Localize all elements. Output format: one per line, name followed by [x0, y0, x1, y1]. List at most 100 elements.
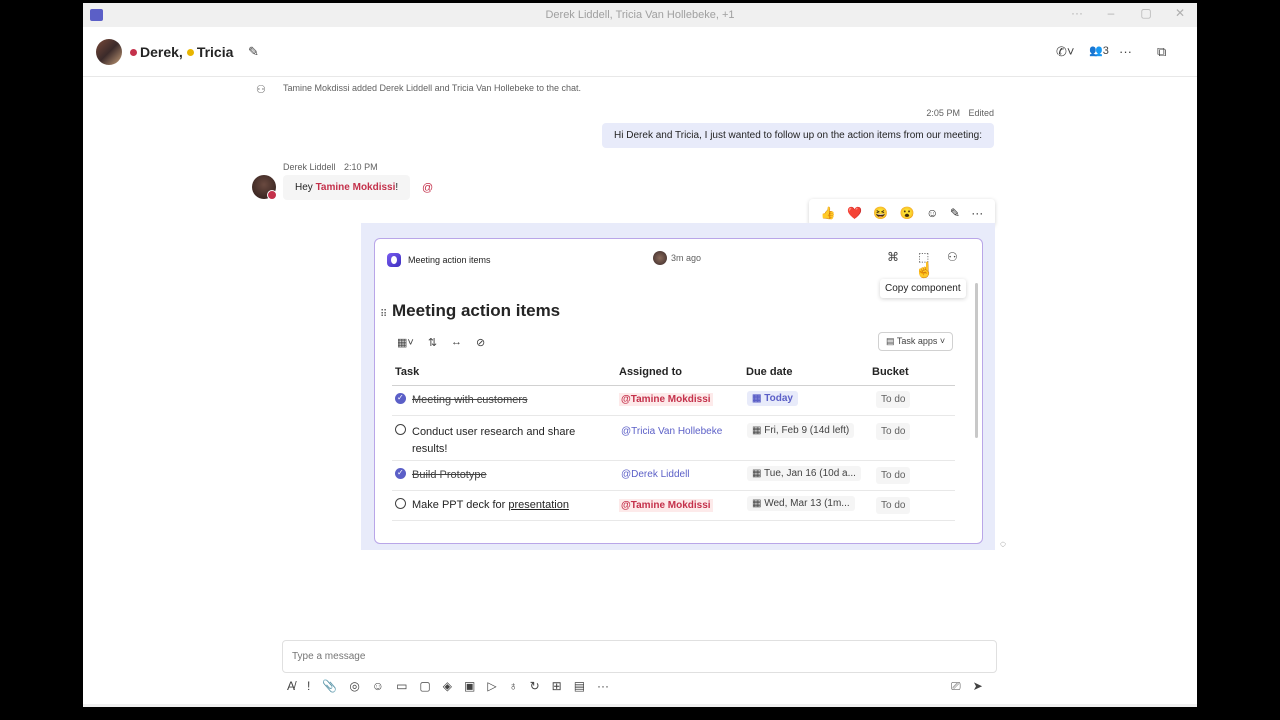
- compose-more-icon[interactable]: ···: [597, 679, 609, 693]
- bucket[interactable]: To do: [876, 423, 911, 440]
- gif-icon[interactable]: ▭: [396, 679, 407, 693]
- like-reaction-icon[interactable]: 👍: [821, 206, 836, 220]
- schedule-meeting-icon[interactable]: ▣: [464, 679, 475, 693]
- task-incomplete-icon[interactable]: [395, 424, 406, 435]
- assignee[interactable]: @Derek Liddell: [621, 469, 690, 480]
- add-reaction-icon[interactable]: ☺: [926, 206, 938, 220]
- people-icon[interactable]: 👥3: [1089, 44, 1109, 57]
- message-more-icon[interactable]: ···: [971, 206, 983, 220]
- task-title[interactable]: Build Prototype: [412, 469, 487, 481]
- due-date-text: Fri, Feb 9 (14d left): [764, 425, 850, 436]
- table-toolbar: ▦˅ ⇅ ↔ ⊘: [397, 336, 485, 349]
- window-more-icon[interactable]: ···: [1067, 6, 1087, 20]
- task-apps-button[interactable]: ▤ Task apps ˅: [878, 332, 954, 351]
- edit-name-icon[interactable]: ✎: [248, 44, 259, 60]
- minimize-button[interactable]: –: [1101, 6, 1121, 20]
- task-title[interactable]: Meeting with customers: [412, 394, 528, 406]
- task-title-line2: results!: [412, 443, 448, 455]
- column-header-task[interactable]: Task: [395, 366, 419, 378]
- heart-reaction-icon[interactable]: ❤️: [847, 206, 862, 220]
- task-title[interactable]: Conduct user research and share results!: [412, 424, 575, 458]
- task-title[interactable]: Make PPT deck for presentation: [412, 499, 569, 511]
- popout-icon[interactable]: ⧉: [1157, 44, 1166, 60]
- my-message-bubble[interactable]: Hi Derek and Tricia, I just wanted to fo…: [602, 123, 994, 148]
- stream-icon[interactable]: ▷: [487, 679, 496, 693]
- loop-title[interactable]: Meeting action items: [392, 301, 560, 321]
- table-row[interactable]: Make PPT deck for presentation @Tamine M…: [392, 491, 955, 521]
- close-window-button[interactable]: ✕: [1170, 6, 1190, 20]
- derek-avatar[interactable]: [252, 175, 277, 200]
- drag-handle-icon[interactable]: ⠿: [380, 309, 387, 320]
- loop-header: Meeting action items: [387, 253, 491, 267]
- sort-icon[interactable]: ⇅: [428, 336, 437, 349]
- updates-icon[interactable]: ↻: [530, 679, 540, 693]
- column-header-bucket[interactable]: Bucket: [872, 366, 909, 378]
- derek-message-bubble[interactable]: Hey Tamine Mokdissi!: [283, 175, 411, 200]
- apps-grid-icon[interactable]: ⌘: [887, 250, 899, 264]
- loop-icon[interactable]: ◎: [349, 679, 359, 693]
- editor-avatar: [653, 251, 667, 265]
- praise-icon[interactable]: ◈: [443, 679, 452, 693]
- hide-icon[interactable]: ⊘: [476, 336, 485, 349]
- message-input[interactable]: [292, 651, 982, 662]
- table-row[interactable]: Build Prototype @Derek Liddell ▦ Tue, Ja…: [392, 461, 955, 491]
- calendar-icon: ▦: [752, 393, 765, 404]
- chat-header: Derek , Tricia ✎ ✆˅ 👥3 ··· ⧉: [83, 27, 1197, 77]
- due-date-text: Wed, Mar 13 (1m...: [764, 498, 850, 509]
- loop-header-label[interactable]: Meeting action items: [408, 255, 491, 265]
- due-date[interactable]: ▦ Wed, Mar 13 (1m...: [747, 496, 855, 511]
- due-date[interactable]: ▦ Today: [747, 391, 798, 406]
- loop-time: 3m ago: [671, 253, 702, 263]
- due-date[interactable]: ▦ Tue, Jan 16 (10d a...: [747, 466, 861, 481]
- mention-tamine[interactable]: Tamine Mokdissi: [316, 182, 396, 193]
- table-view-icon[interactable]: ▦˅: [397, 336, 414, 349]
- assignee[interactable]: @Tricia Van Hollebeke: [621, 426, 722, 437]
- task-incomplete-icon[interactable]: [395, 498, 406, 509]
- loop-scrollbar[interactable]: [975, 283, 978, 438]
- task-link[interactable]: presentation: [508, 499, 569, 511]
- emoji-icon[interactable]: ☺: [372, 679, 384, 693]
- my-message-time: 2:05 PM: [926, 108, 960, 118]
- task-complete-icon[interactable]: [395, 393, 406, 404]
- bottom-edge: [83, 704, 1197, 707]
- apps-icon[interactable]: ⊞: [552, 679, 562, 693]
- edit-message-icon[interactable]: ✎: [950, 206, 960, 220]
- system-message: ⚇ Tamine Mokdissi added Derek Liddell an…: [256, 83, 581, 96]
- due-date-text: Today: [764, 393, 793, 404]
- send-toolbar: ⎚ ➤: [951, 679, 983, 694]
- column-header-due[interactable]: Due date: [746, 366, 792, 378]
- attach-icon[interactable]: 📎: [322, 679, 337, 693]
- loop-component[interactable]: Meeting action items 3m ago ⌘ ⬚ ⚇ ☝ Copy…: [374, 238, 983, 544]
- bucket[interactable]: To do: [876, 467, 911, 484]
- compose-box[interactable]: [282, 640, 997, 673]
- system-message-text: Tamine Mokdissi added Derek Liddell and …: [283, 83, 581, 93]
- table-row[interactable]: Conduct user research and share results! …: [392, 416, 955, 461]
- record-video-icon[interactable]: ⎚: [951, 679, 961, 694]
- my-message-text: Hi Derek and Tricia, I just wanted to fo…: [614, 130, 982, 141]
- task-complete-icon[interactable]: [395, 468, 406, 479]
- forms-icon[interactable]: ▤: [574, 679, 585, 693]
- more-options-icon[interactable]: ···: [1119, 44, 1132, 59]
- bulb-icon[interactable]: ♁: [509, 679, 518, 693]
- send-icon[interactable]: ➤: [973, 679, 983, 694]
- column-header-assigned[interactable]: Assigned to: [619, 366, 682, 378]
- chat-title[interactable]: Derek , Tricia: [130, 44, 233, 60]
- table-row[interactable]: Meeting with customers @Tamine Mokdissi …: [392, 386, 955, 416]
- calendar-icon: ▦: [752, 425, 765, 436]
- laugh-reaction-icon[interactable]: 😆: [873, 206, 888, 220]
- bucket[interactable]: To do: [876, 391, 911, 408]
- surprised-reaction-icon[interactable]: 😮: [900, 206, 915, 220]
- share-people-icon[interactable]: ⚇: [947, 250, 958, 264]
- maximize-button[interactable]: ▢: [1136, 6, 1156, 20]
- column-width-icon[interactable]: ↔: [451, 336, 462, 349]
- add-people-icon: ⚇: [256, 84, 266, 96]
- bucket[interactable]: To do: [876, 497, 911, 514]
- sticker-icon[interactable]: ▢: [419, 679, 430, 693]
- call-icon[interactable]: ✆˅: [1056, 44, 1074, 60]
- mouse-cursor-icon: ☝: [915, 262, 934, 279]
- assignee[interactable]: @Tamine Mokdissi: [619, 393, 713, 406]
- due-date[interactable]: ▦ Fri, Feb 9 (14d left): [747, 423, 855, 438]
- assignee[interactable]: @Tamine Mokdissi: [619, 499, 713, 512]
- important-icon[interactable]: !: [307, 679, 310, 693]
- format-icon[interactable]: A̸: [287, 679, 295, 693]
